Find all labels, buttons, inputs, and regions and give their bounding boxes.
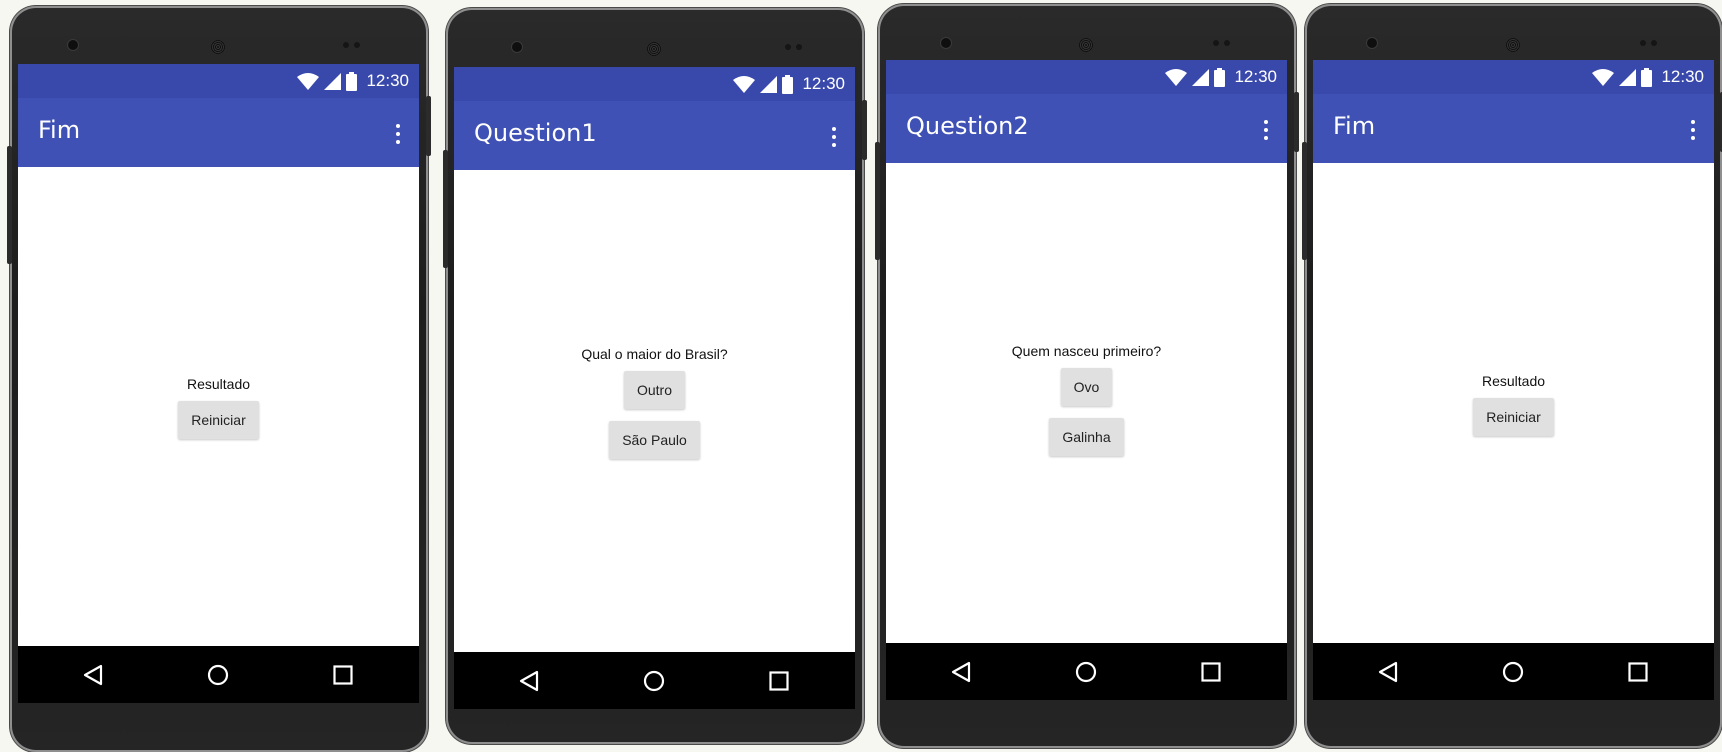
app-toolbar: Question2: [886, 94, 1287, 163]
earpiece-speaker-icon: [647, 42, 661, 56]
proximity-sensor-icon: [343, 42, 349, 48]
toolbar-title: Fim: [38, 116, 81, 144]
battery-icon: [782, 74, 794, 94]
screen-content: Qual o maior do Brasil? Outro São Paulo: [454, 170, 855, 459]
status-icons: 12:30: [1165, 66, 1277, 88]
overflow-menu-icon[interactable]: [1263, 120, 1269, 140]
signal-icon: [760, 75, 778, 93]
wifi-icon: [297, 72, 320, 90]
signal-icon: [324, 72, 342, 90]
back-icon[interactable]: [949, 660, 973, 684]
phone-frame-3: 12:30 Question2 Quem nasceu primeiro? Ov…: [875, 4, 1299, 748]
back-icon[interactable]: [81, 663, 105, 687]
navigation-bar: [454, 652, 855, 709]
navigation-bar: [1313, 643, 1714, 700]
screen-content: Quem nasceu primeiro? Ovo Galinha: [886, 163, 1287, 456]
question-label: Quem nasceu primeiro?: [1011, 343, 1162, 359]
status-bar: 12:30: [454, 67, 855, 101]
toolbar-title: Fim: [1333, 112, 1376, 140]
overflow-menu-icon[interactable]: [395, 124, 401, 144]
home-icon[interactable]: [642, 669, 666, 693]
front-camera-icon: [1367, 38, 1377, 48]
proximity-sensor-icon: [796, 44, 802, 50]
status-icons: 12:30: [1592, 66, 1704, 88]
answer-button-ovo[interactable]: Ovo: [1060, 368, 1113, 406]
app-toolbar: Fim: [18, 98, 419, 167]
front-camera-icon: [512, 42, 522, 52]
earpiece-speaker-icon: [1506, 38, 1520, 52]
proximity-sensor-icon: [1651, 40, 1657, 46]
recents-icon[interactable]: [1626, 660, 1650, 684]
proximity-sensor-icon: [785, 44, 791, 50]
home-icon[interactable]: [1501, 660, 1525, 684]
side-button: [1302, 142, 1307, 260]
earpiece-speaker-icon: [211, 40, 225, 54]
screen-content: Resultado Reiniciar: [18, 167, 419, 439]
screen: 12:30 Question2 Quem nasceu primeiro? Ov…: [886, 60, 1287, 700]
toolbar-title: Question1: [474, 119, 597, 147]
answer-button-outro[interactable]: Outro: [623, 371, 685, 409]
phone-frame-4: 12:30 Fim Resultado Reiniciar: [1302, 4, 1722, 748]
status-icons: 12:30: [733, 73, 845, 95]
proximity-sensor-icon: [1640, 40, 1646, 46]
proximity-sensor-icon: [1213, 40, 1219, 46]
navigation-bar: [18, 646, 419, 703]
battery-icon: [1641, 67, 1653, 87]
restart-button[interactable]: Reiniciar: [178, 401, 259, 439]
navigation-bar: [886, 643, 1287, 700]
status-time: 12:30: [802, 74, 845, 93]
result-label: Resultado: [186, 376, 251, 392]
status-bar: 12:30: [1313, 60, 1714, 94]
signal-icon: [1619, 68, 1637, 86]
status-time: 12:30: [1661, 67, 1704, 86]
question-label: Qual o maior do Brasil?: [581, 346, 728, 362]
back-icon[interactable]: [1376, 660, 1400, 684]
proximity-sensor-icon: [354, 42, 360, 48]
screen: 12:30 Fim Resultado Reiniciar: [18, 64, 419, 703]
status-time: 12:30: [366, 71, 409, 90]
battery-icon: [346, 71, 358, 91]
side-button: [7, 146, 12, 264]
app-toolbar: Fim: [1313, 94, 1714, 163]
battery-icon: [1214, 67, 1226, 87]
recents-icon[interactable]: [331, 663, 355, 687]
status-bar: 12:30: [18, 64, 419, 98]
recents-icon[interactable]: [1199, 660, 1223, 684]
back-icon[interactable]: [517, 669, 541, 693]
answer-button-galinha[interactable]: Galinha: [1049, 418, 1124, 456]
status-bar: 12:30: [886, 60, 1287, 94]
restart-button[interactable]: Reiniciar: [1473, 398, 1554, 436]
recents-icon[interactable]: [767, 669, 791, 693]
status-icons: 12:30: [297, 70, 409, 92]
phone-frame-2: 12:30 Question1 Qual o maior do Brasil? …: [443, 8, 867, 744]
front-camera-icon: [68, 40, 78, 50]
overflow-menu-icon[interactable]: [831, 127, 837, 147]
screen: 12:30 Fim Resultado Reiniciar: [1313, 60, 1714, 700]
phone-frame-1: 12:30 Fim Resultado Reiniciar: [7, 6, 431, 752]
answer-button-sao-paulo[interactable]: São Paulo: [609, 421, 700, 459]
side-button: [443, 150, 448, 268]
wifi-icon: [1165, 68, 1188, 86]
side-button: [1294, 92, 1299, 152]
app-toolbar: Question1: [454, 101, 855, 170]
overflow-menu-icon[interactable]: [1690, 120, 1696, 140]
screen-content: Resultado Reiniciar: [1313, 163, 1714, 436]
home-icon[interactable]: [1074, 660, 1098, 684]
status-time: 12:30: [1234, 67, 1277, 86]
side-button: [875, 142, 880, 260]
side-button: [426, 96, 431, 156]
wifi-icon: [733, 75, 756, 93]
result-label: Resultado: [1481, 373, 1546, 389]
screen: 12:30 Question1 Qual o maior do Brasil? …: [454, 67, 855, 709]
front-camera-icon: [941, 38, 951, 48]
wifi-icon: [1592, 68, 1615, 86]
earpiece-speaker-icon: [1079, 38, 1093, 52]
proximity-sensor-icon: [1224, 40, 1230, 46]
side-button: [862, 100, 867, 160]
phone-mockups-row: 12:30 Fim Resultado Reiniciar 12:30 Ques…: [0, 0, 1722, 752]
toolbar-title: Question2: [906, 112, 1029, 140]
signal-icon: [1192, 68, 1210, 86]
home-icon[interactable]: [206, 663, 230, 687]
